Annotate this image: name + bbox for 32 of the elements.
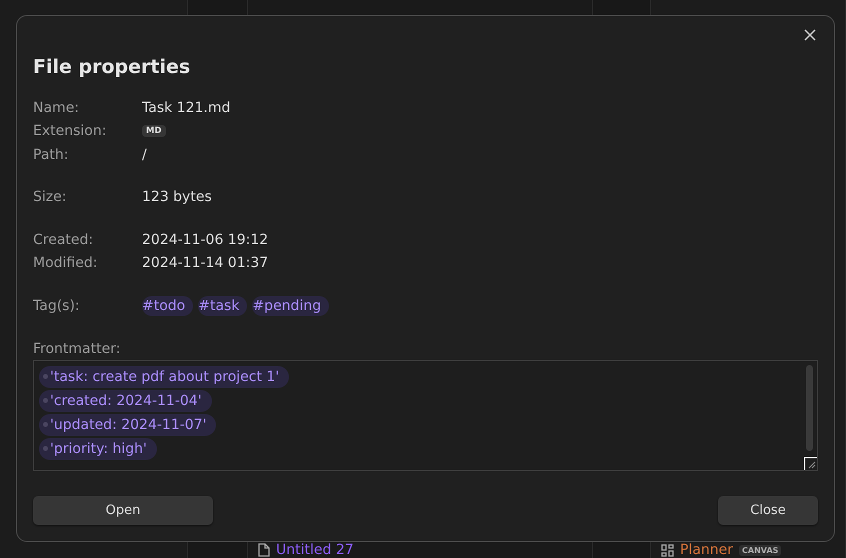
tag-pill[interactable]: #task (198, 296, 248, 316)
document-icon (258, 543, 270, 557)
property-label: Modified: (33, 255, 98, 272)
dialog-title: File properties (33, 56, 192, 78)
property-label: Path: (33, 146, 70, 163)
property-value: 2024-11-14 01:37 (142, 255, 268, 272)
layout-icon (661, 544, 674, 556)
tag-pill[interactable]: #todo (142, 296, 194, 316)
property-label: Extension: (33, 123, 108, 140)
property-label: Size: (33, 189, 68, 206)
property-label: Name: (33, 100, 80, 116)
property-value: 2024-11-06 19:12 (142, 232, 268, 248)
file-type-badge: CANVAS (739, 544, 782, 556)
frontmatter-entry: 'updated: 2024-11-07' (39, 414, 216, 436)
frontmatter-box[interactable]: 'task: create pdf about project 1' 'created: 2024-11-04' 'updated: 2024-11-07' 'priority: high' (33, 360, 818, 470)
scrollbar[interactable] (806, 364, 813, 450)
frontmatter-entry: 'created: 2024-11-04' (39, 390, 212, 412)
tag-pill[interactable]: #pending (252, 296, 330, 316)
frontmatter-entry: 'priority: high' (39, 438, 157, 460)
property-label: Tag(s): (33, 298, 81, 314)
extension-badge: MD (142, 125, 166, 138)
frontmatter-label: Frontmatter: (33, 340, 122, 356)
canvas-name[interactable]: Planner (680, 542, 734, 558)
frontmatter-entry: 'task: create pdf about project 1' (39, 366, 290, 388)
resize-handle-icon[interactable] (804, 456, 817, 470)
property-label: Created: (33, 232, 94, 248)
property-value: Task 121.md (142, 100, 230, 116)
file-name[interactable]: Untitled 27 (276, 542, 354, 558)
close-button[interactable]: Close (718, 496, 818, 525)
open-button[interactable]: Open (33, 496, 213, 525)
property-value: 123 bytes (142, 189, 212, 206)
property-value: / (142, 146, 147, 163)
